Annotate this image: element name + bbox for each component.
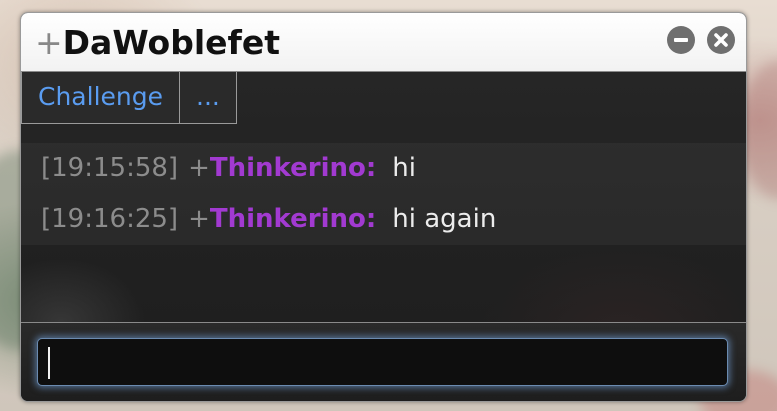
message-timestamp: [19:15:58] [41,153,179,183]
challenge-button[interactable]: Challenge [21,72,180,124]
pm-title-bar[interactable]: +DaWoblefet [21,13,746,72]
minimize-button[interactable] [667,26,695,54]
chat-input[interactable] [37,338,728,386]
close-button[interactable] [707,26,735,54]
x-circle-icon [714,33,728,47]
more-options-button[interactable]: ... [180,72,237,124]
text-caret [48,347,50,379]
message-user-rank: + [188,204,210,234]
title-username[interactable]: DaWoblefet [63,23,280,62]
title-user-rank: + [35,23,63,62]
message-text: hi [392,153,416,183]
pm-content: Challenge ... [19:15:58] +Thinkerino: hi [… [21,72,746,323]
chat-message: [19:15:58] +Thinkerino: hi [21,143,746,194]
minus-circle-icon [674,38,688,42]
message-username[interactable]: Thinkerino: [210,153,376,183]
chat-message: [19:16:25] +Thinkerino: hi again [21,194,746,245]
pm-action-bar: Challenge ... [21,72,237,124]
message-text: hi again [392,204,497,234]
message-username[interactable]: Thinkerino: [210,204,376,234]
message-user-rank: + [188,153,210,183]
pm-title[interactable]: +DaWoblefet [35,23,280,63]
message-log[interactable]: [19:15:58] +Thinkerino: hi [19:16:25] +Thin… [21,143,746,245]
message-timestamp: [19:16:25] [41,204,179,234]
composer-area [21,322,746,401]
pm-window: +DaWoblefet Challenge ... [19:15:58] +Thi… [20,12,747,402]
